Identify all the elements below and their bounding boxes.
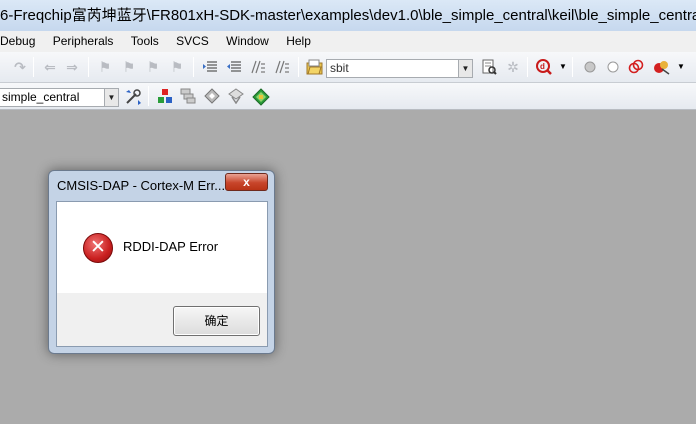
manage-project-items-icon[interactable] [157,88,173,104]
find-combo-value: sbit [330,61,349,75]
uncomment-icon[interactable] [274,59,290,75]
rte-diamond-icon[interactable] [252,88,270,106]
menu-bar: Debug Peripherals Tools SVCS Window Help [0,31,696,52]
menu-peripherals[interactable]: Peripherals [53,31,114,52]
toolbar-separator [33,57,34,77]
bookmark-insert-icon[interactable]: ⚑ [97,59,113,75]
dialog-message: RDDI-DAP Error [123,239,219,254]
error-dialog: CMSIS-DAP - Cortex-M Err... x ✕ RDDI-DAP… [48,170,275,354]
close-icon: x [243,175,250,189]
dialog-title: CMSIS-DAP - Cortex-M Err... [57,178,226,193]
target-combo[interactable]: simple_central ▼ [0,88,119,107]
menu-help[interactable]: Help [286,31,311,52]
build-toolbar: simple_central ▼ [0,83,696,110]
indent-icon[interactable] [202,59,218,75]
breakpoint-insert-icon[interactable] [582,59,598,75]
select-packs-icon[interactable] [180,88,196,104]
error-icon: ✕ [83,233,113,263]
manage-rte-icon[interactable] [204,88,220,104]
window-title: 6-Freqchip富芮坤蓝牙\FR801xH-SDK-master\examp… [0,0,696,31]
dialog-message-area: ✕ RDDI-DAP Error [57,202,267,293]
unindent-icon[interactable] [226,59,242,75]
dialog-body: ✕ RDDI-DAP Error 确定 [56,201,268,347]
breakpoint-enable-icon[interactable] [605,59,621,75]
nav-back-icon[interactable]: ⇐ [42,59,58,75]
toolbar-separator [148,86,149,106]
svg-text:d: d [540,62,545,71]
toolbar-separator [88,57,89,77]
debug-start-icon[interactable]: d [535,58,552,75]
chevron-down-icon[interactable]: ▼ [673,59,689,75]
toolbar-separator [527,57,528,77]
chevron-down-icon[interactable]: ▼ [458,60,472,77]
nav-forward-icon[interactable]: ⇒ [64,59,80,75]
toolbar-separator [193,57,194,77]
find-combo[interactable]: sbit ▼ [326,59,473,78]
toolbar-separator [298,57,299,77]
menu-svcs[interactable]: SVCS [176,31,209,52]
main-toolbar: ↷ ⇐ ⇒ ⚑ ⚑ ⚑ ⚑ sbit ▼ ✲ d ▼ ▼ [0,52,696,83]
breakpoints-disable-all-icon[interactable] [628,59,644,75]
find-in-files-icon[interactable] [306,58,323,75]
comment-icon[interactable] [250,59,266,75]
options-for-target-icon[interactable] [124,88,141,105]
bookmark-next-icon[interactable]: ⚑ [145,59,161,75]
menu-tools[interactable]: Tools [131,31,159,52]
close-button[interactable]: x [225,173,268,191]
find-document-icon[interactable] [481,59,497,75]
menu-window[interactable]: Window [226,31,269,52]
toolbar-separator [572,57,573,77]
chevron-down-icon[interactable]: ▼ [104,89,118,106]
bookmark-clear-icon[interactable]: ⚑ [169,59,185,75]
config-icon[interactable]: ✲ [505,59,521,75]
chevron-down-icon[interactable]: ▼ [555,59,571,75]
menu-debug[interactable]: Debug [0,31,35,52]
target-combo-value: simple_central [2,90,80,104]
pack-installer-icon[interactable] [228,88,244,105]
breakpoints-kill-all-icon[interactable] [653,59,670,75]
redo-icon[interactable]: ↷ [12,59,28,75]
bookmark-prev-icon[interactable]: ⚑ [121,59,137,75]
ok-button[interactable]: 确定 [173,306,260,336]
